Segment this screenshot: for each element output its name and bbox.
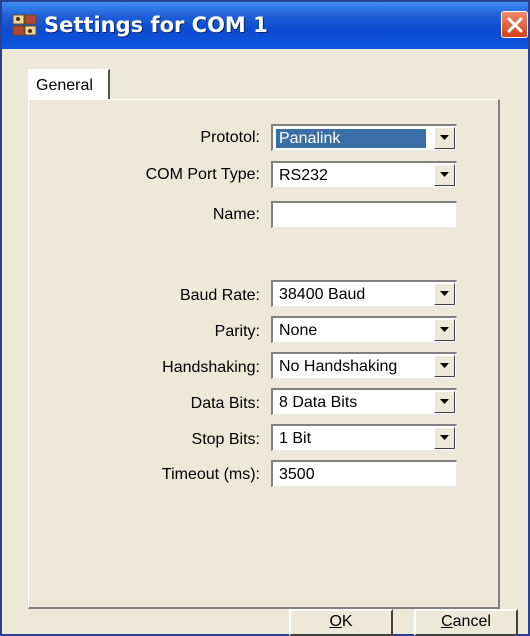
handshaking-value: No Handshaking [279,358,398,375]
chevron-down-icon[interactable] [434,164,455,186]
chevron-down-icon[interactable] [434,391,455,413]
settings-dialog: Settings for COM 1 General Prototol: Pan… [0,0,530,636]
window-title: Settings for COM 1 [44,13,268,37]
chevron-down-icon[interactable] [434,283,455,305]
chevron-down-icon[interactable] [434,319,455,341]
timeout-value: 3500 [279,466,315,483]
ok-label-rest: K [341,613,353,630]
data-bits-select[interactable]: 8 Data Bits [271,388,457,415]
chevron-down-icon[interactable] [434,427,455,449]
com-port-type-select[interactable]: RS232 [271,161,457,188]
protocol-value: Panalink [276,129,426,148]
com-port-type-value: RS232 [279,167,328,184]
com-port-type-label: COM Port Type: [145,166,260,183]
name-label: Name: [212,206,260,223]
stop-bits-select[interactable]: 1 Bit [271,424,457,451]
ok-button[interactable]: OK [289,609,393,636]
timeout-label: Timeout (ms): [161,466,260,483]
baud-rate-select[interactable]: 38400 Baud [271,280,457,307]
data-bits-label: Data Bits: [190,395,260,412]
data-bits-value: 8 Data Bits [279,394,358,411]
protocol-select[interactable]: Panalink [271,124,457,151]
com-port-icon [12,12,38,38]
timeout-field[interactable]: 3500 [271,460,457,487]
cancel-button[interactable]: Cancel [414,609,518,636]
handshaking-select[interactable]: No Handshaking [271,352,457,379]
name-field[interactable] [271,201,457,228]
baud-rate-label: Baud Rate: [179,287,260,304]
title-bar[interactable]: Settings for COM 1 [2,2,528,49]
tab-general[interactable]: General [28,69,110,100]
baud-rate-value: 38400 Baud [279,286,366,303]
ok-mnemonic: O [329,613,342,630]
protocol-label: Prototol: [200,129,260,146]
parity-value: None [279,322,318,339]
chevron-down-icon[interactable] [434,355,455,377]
stop-bits-value: 1 Bit [279,430,312,447]
cancel-label-rest: ancel [452,613,491,630]
chevron-down-icon[interactable] [434,127,455,149]
cancel-mnemonic: C [441,613,453,630]
parity-label: Parity: [214,323,260,340]
parity-select[interactable]: None [271,316,457,343]
stop-bits-label: Stop Bits: [191,431,260,448]
handshaking-label: Handshaking: [162,359,260,376]
close-button[interactable] [501,11,528,38]
